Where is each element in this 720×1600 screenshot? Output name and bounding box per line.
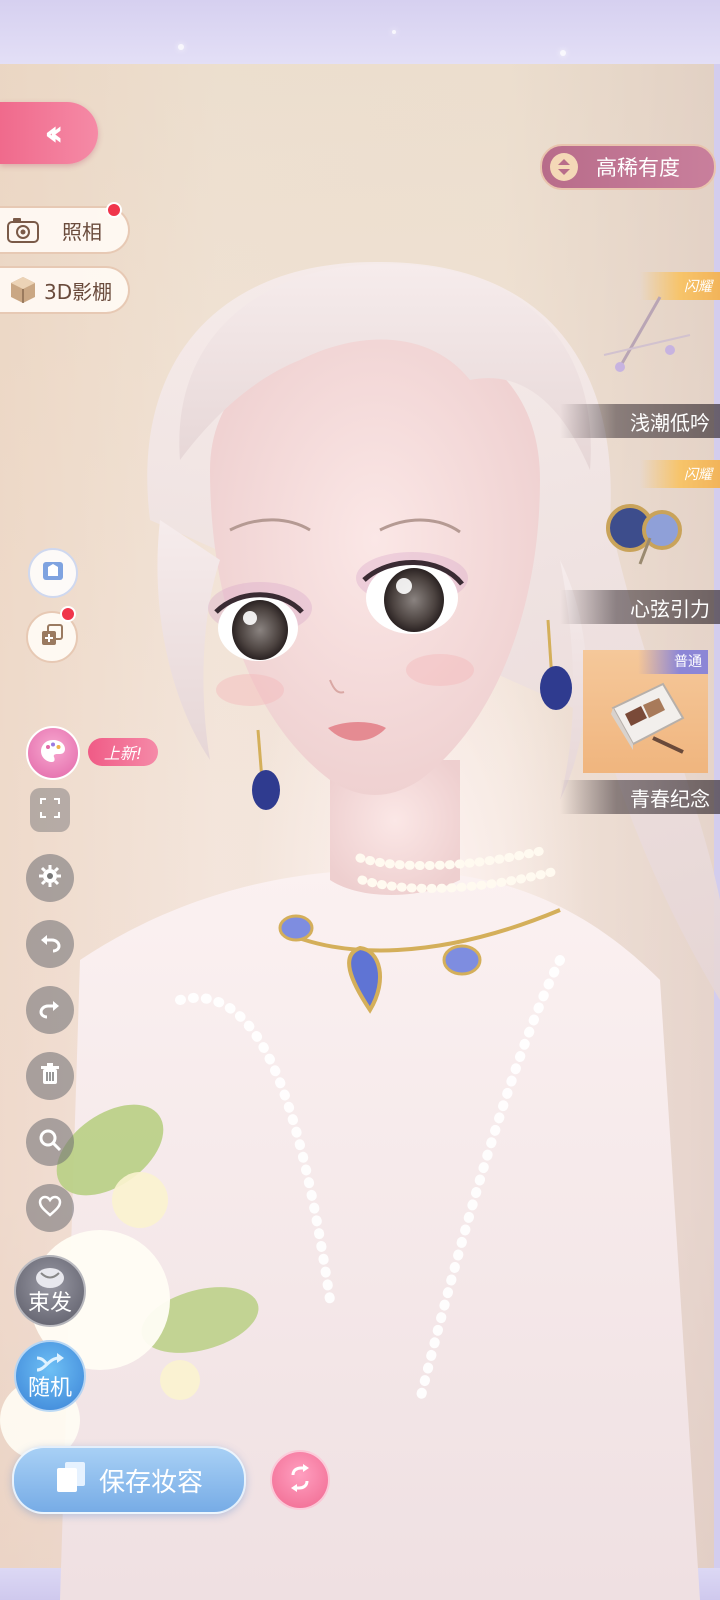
add-layer-icon bbox=[39, 622, 65, 652]
hairtie-icon bbox=[33, 1265, 67, 1297]
search-icon bbox=[38, 1128, 62, 1156]
save-makeup-button[interactable]: 保存妆容 bbox=[12, 1446, 246, 1514]
swap-icon bbox=[285, 1463, 315, 1497]
item-name: 浅潮低吟 bbox=[560, 404, 720, 438]
settings-icon bbox=[38, 864, 62, 892]
3d-studio-button[interactable]: 3D影棚 bbox=[0, 266, 130, 314]
palette-icon bbox=[39, 737, 67, 769]
favorite-button[interactable] bbox=[26, 1184, 74, 1232]
random-button[interactable]: 随机 bbox=[14, 1340, 86, 1412]
outfit-share-button[interactable] bbox=[28, 548, 78, 598]
item-name: 心弦引力 bbox=[560, 590, 720, 624]
save-label: 保存妆容 bbox=[98, 1467, 203, 1498]
eyeshadow-item-card[interactable]: 普通 bbox=[583, 650, 708, 773]
swap-button[interactable] bbox=[270, 1450, 330, 1510]
hairclip-item-image[interactable] bbox=[600, 498, 690, 568]
hairtie-button[interactable]: 束发 bbox=[14, 1255, 86, 1327]
cube-icon bbox=[6, 275, 40, 305]
rarity-filter-button[interactable]: 高稀有度 bbox=[540, 144, 716, 190]
fullscreen-icon bbox=[39, 797, 61, 823]
favorite-icon bbox=[38, 1194, 62, 1222]
hairpin-item-image[interactable] bbox=[600, 295, 700, 385]
outfit-icon bbox=[40, 558, 66, 588]
sort-arrows-icon bbox=[550, 153, 578, 181]
camera-icon bbox=[6, 215, 40, 245]
notification-dot bbox=[60, 606, 76, 622]
palette-button[interactable] bbox=[26, 726, 80, 780]
photo-label: 照相 bbox=[62, 219, 102, 244]
search-button[interactable] bbox=[26, 1118, 74, 1166]
delete-button[interactable] bbox=[26, 1052, 74, 1100]
undo-button[interactable] bbox=[26, 920, 74, 968]
rarity-filter-label: 高稀有度 bbox=[596, 156, 680, 180]
save-icon bbox=[55, 1460, 87, 1501]
notification-dot bbox=[106, 202, 122, 218]
new-badge: 上新! bbox=[88, 738, 158, 766]
rarity-tag: 闪耀 bbox=[640, 460, 720, 488]
redo-icon bbox=[38, 996, 62, 1024]
delete-icon bbox=[38, 1062, 62, 1090]
item-name: 青春纪念 bbox=[560, 780, 720, 814]
fullscreen-button[interactable] bbox=[30, 788, 70, 832]
shuffle-icon bbox=[35, 1352, 65, 1382]
eyeshadow-palette-image bbox=[611, 682, 685, 754]
redo-button[interactable] bbox=[26, 986, 74, 1034]
settings-button[interactable] bbox=[26, 854, 74, 902]
undo-icon bbox=[38, 930, 62, 958]
rarity-tag: 普通 bbox=[638, 650, 708, 674]
double-chevron-left-icon: ‹‹ bbox=[44, 112, 63, 154]
back-button[interactable]: ‹‹ bbox=[0, 102, 98, 164]
3d-studio-label: 3D影棚 bbox=[44, 279, 113, 304]
